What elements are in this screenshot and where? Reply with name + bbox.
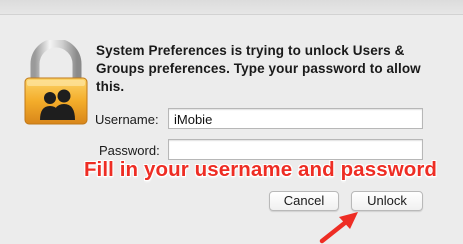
lock-icon xyxy=(24,40,88,125)
unlock-dialog: System Preferences is trying to unlock U… xyxy=(0,0,463,244)
password-field[interactable] xyxy=(168,139,423,160)
cancel-button[interactable]: Cancel xyxy=(269,191,339,211)
dialog-message: System Preferences is trying to unlock U… xyxy=(96,43,421,94)
unlock-button[interactable]: Unlock xyxy=(351,191,423,211)
password-label: Password: xyxy=(99,143,160,158)
username-label: Username: xyxy=(95,112,159,127)
red-arrow-icon xyxy=(319,212,358,244)
username-field[interactable] xyxy=(168,108,423,129)
instruction-annotation: Fill in your username and password xyxy=(83,158,438,181)
dialog-top-edge xyxy=(0,0,463,15)
